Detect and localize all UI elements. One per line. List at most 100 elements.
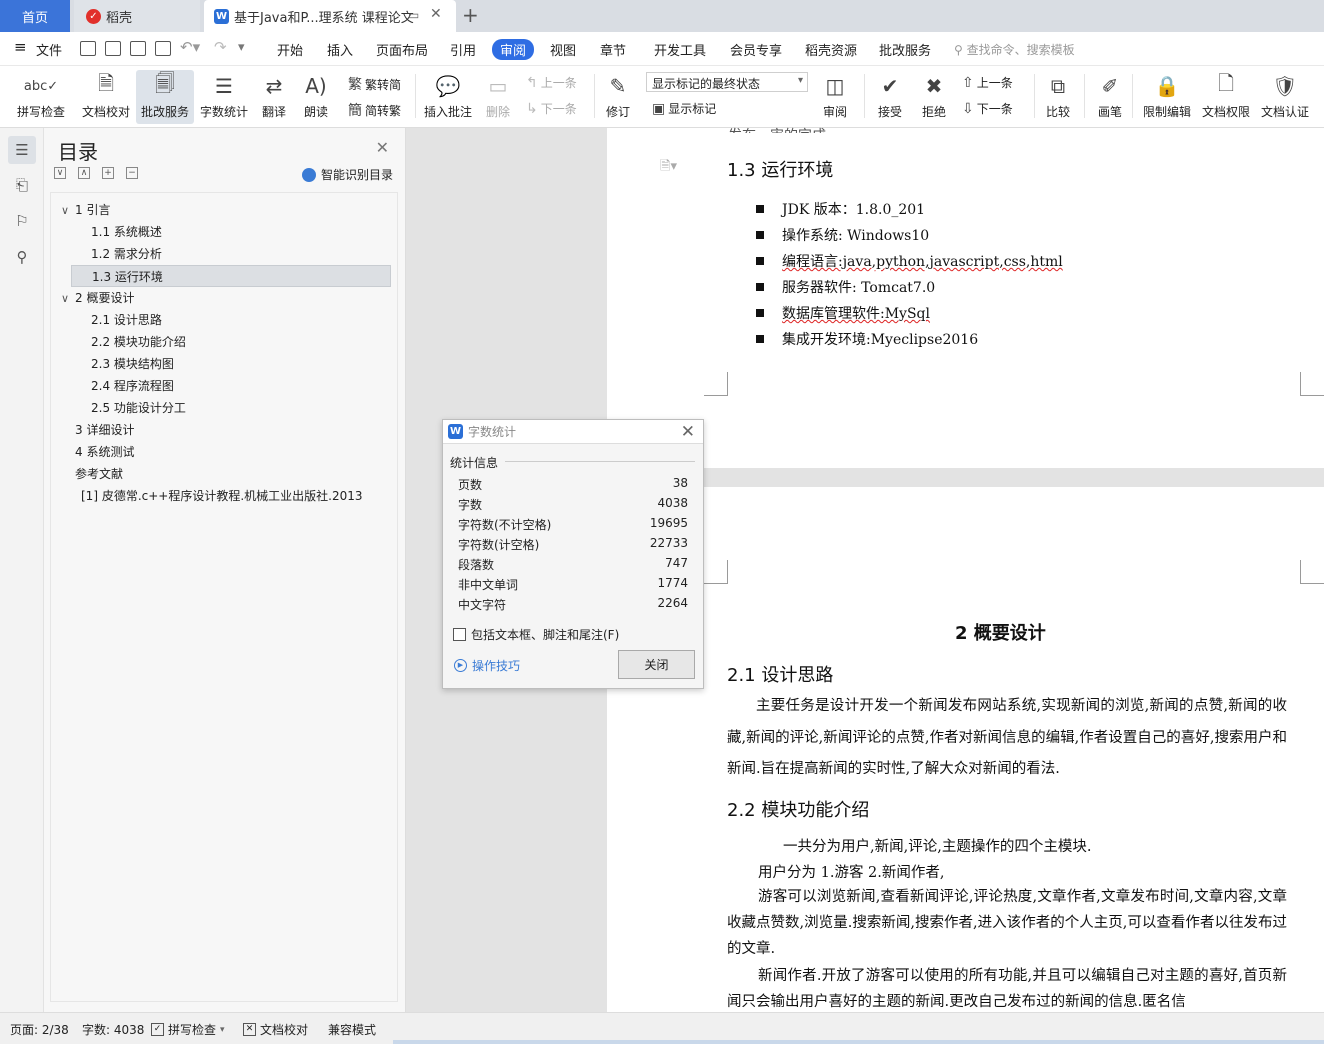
include-textbox-checkbox[interactable]: 包括文本框、脚注和尾注(F) (453, 626, 619, 643)
toc-item[interactable]: 1.3 运行环境 (71, 265, 391, 287)
toc-item[interactable]: ∨ 1 引言 (61, 199, 110, 221)
toc-item[interactable]: 2.2 模块功能介绍 (91, 331, 186, 353)
toc-item[interactable]: 2.1 设计思路 (91, 309, 162, 331)
toc-item[interactable]: 1.1 系统概述 (91, 221, 162, 243)
compare-button[interactable]: ⧉ 比较 (1040, 70, 1076, 124)
heading-1-3[interactable]: 1.3 运行环境 (727, 156, 833, 182)
next-change-button[interactable]: ⇩ 下一条 (962, 100, 1013, 117)
menu-layout[interactable]: 页面布局 (376, 40, 428, 59)
undo-icon[interactable]: ↶▾ (180, 38, 200, 56)
menu-insert[interactable]: 插入 (327, 40, 353, 59)
more-icon[interactable]: ▾ (238, 40, 245, 55)
chevron-down-icon[interactable]: ∨ (61, 288, 75, 310)
menu-chapter[interactable]: 章节 (600, 40, 626, 59)
toc-item[interactable]: ∨ 2 概要设计 (61, 287, 134, 309)
doc-proof-button[interactable]: 🗎 文档校对 (80, 70, 132, 124)
structure-icon[interactable]: ⎗ (11, 174, 33, 196)
save-icon[interactable] (80, 41, 96, 56)
paragraph-guest[interactable]: 游客可以浏览新闻,查看新闻评论,评论热度,文章作者,文章发布时间,文章内容,文章… (727, 884, 1287, 962)
translate-button[interactable]: ⇄ 翻译 (256, 70, 292, 124)
word-count-button[interactable]: ☰ 字数统计 (198, 70, 250, 124)
page-options-icon[interactable]: 🗎▾ (660, 157, 677, 179)
close-button[interactable]: 关闭 (618, 650, 695, 679)
prev-comment-button[interactable]: ↰ 上一条 (526, 74, 577, 91)
doc-cert-button[interactable]: 🛡 文档认证 (1258, 70, 1312, 124)
add-level-icon[interactable]: + (102, 167, 114, 179)
next-comment-button[interactable]: ↳ 下一条 (526, 100, 577, 117)
menu-start[interactable]: 开始 (277, 40, 303, 59)
menu-reference[interactable]: 引用 (450, 40, 476, 59)
menu-review-service[interactable]: 批改服务 (879, 40, 931, 59)
toc-item[interactable]: 参考文献 (75, 463, 123, 485)
track-changes-button[interactable]: ✎ 修订 (600, 70, 636, 124)
dialog-titlebar[interactable]: W 字数统计 (443, 420, 703, 444)
monitor-icon[interactable]: ▭ (408, 8, 419, 22)
menu-daoke-resources[interactable]: 稻壳资源 (805, 40, 857, 59)
review-pane-button[interactable]: ◫ 审阅 (816, 70, 854, 124)
reject-button[interactable]: ✖ 拒绝 (916, 70, 952, 124)
toc-item[interactable]: [1] 皮德常.c++程序设计教程.机械工业出版社.2013 (81, 485, 363, 507)
heading-2[interactable]: 2 概要设计 (955, 619, 1046, 645)
status-doc-proof[interactable]: ✕ 文档校对 (243, 1021, 308, 1038)
heading-2-2[interactable]: 2.2 模块功能介绍 (727, 796, 869, 822)
collapse-all-icon[interactable]: ∨ (54, 167, 66, 179)
tips-link[interactable]: ▶ 操作技巧 (454, 657, 520, 674)
tab-daoke[interactable]: ✓ 稻壳 (74, 0, 200, 32)
restrict-edit-button[interactable]: 🔒 限制编辑 (1140, 70, 1194, 124)
new-tab-button[interactable]: + (462, 3, 479, 27)
command-search[interactable]: ⚲ 查找命令、搜索模板 (954, 41, 1075, 58)
read-aloud-button[interactable]: A) 朗读 (300, 70, 332, 124)
print-icon[interactable] (130, 41, 146, 56)
toc-item[interactable]: 4 系统测试 (75, 441, 134, 463)
checkbox-box[interactable] (453, 628, 466, 641)
paragraph-design[interactable]: 主要任务是设计开发一个新闻发布网站系统,实现新闻的浏览,新闻的点赞,新闻的收藏,… (727, 691, 1287, 786)
prev-change-button[interactable]: ⇧ 上一条 (962, 74, 1013, 91)
env-item[interactable]: JDK 版本：1.8.0_201 (782, 199, 925, 219)
print-preview-icon[interactable] (155, 41, 171, 56)
close-tab-icon[interactable]: ✕ (430, 6, 442, 22)
close-icon[interactable]: ✕ (681, 422, 695, 442)
expand-all-icon[interactable]: ∧ (78, 167, 90, 179)
hamburger-icon[interactable]: ≡ (14, 38, 27, 56)
show-markup-button[interactable]: ▣ 显示标记 (652, 100, 716, 117)
review-service-button[interactable]: 🗐 批改服务 (136, 70, 194, 124)
menu-view[interactable]: 视图 (550, 40, 576, 59)
env-item[interactable]: 操作系统: Windows10 (782, 225, 929, 245)
to-simplified-button[interactable]: 簡 简转繁 (348, 100, 401, 120)
env-item[interactable]: 服务器软件: Tomcat7.0 (782, 277, 935, 297)
toc-item[interactable]: 3 详细设计 (75, 419, 134, 441)
insert-comment-button[interactable]: 💬 插入批注 (422, 70, 474, 124)
doc-permission-button[interactable]: 🗋 文档权限 (1200, 70, 1252, 124)
status-spell-check[interactable]: ✓ 拼写检查 ▾ (151, 1021, 225, 1038)
menu-file[interactable]: 文件 (36, 40, 62, 59)
pen-button[interactable]: ✐ 画笔 (1094, 70, 1126, 124)
remove-level-icon[interactable]: − (126, 167, 138, 179)
toc-item[interactable]: 2.4 程序流程图 (91, 375, 174, 397)
delete-comment-button[interactable]: ▭ 删除 (480, 70, 516, 124)
export-icon[interactable] (105, 41, 121, 56)
toc-item[interactable]: 1.2 需求分析 (91, 243, 162, 265)
close-icon[interactable]: ✕ (376, 138, 389, 157)
to-traditional-button[interactable]: 繁 繁转简 (348, 74, 401, 94)
chevron-down-icon[interactable]: ∨ (61, 200, 75, 222)
toc-item[interactable]: 2.3 模块结构图 (91, 353, 174, 375)
word-count-indicator[interactable]: 字数: 4038 (82, 1021, 144, 1038)
search-icon[interactable]: ⚲ (11, 246, 33, 268)
menu-dev-tools[interactable]: 开发工具 (654, 40, 706, 59)
env-item[interactable]: 集成开发环境:Myeclipse2016 (782, 329, 978, 349)
env-item[interactable]: 编程语言:java,python,javascript,css,html (782, 251, 1063, 271)
heading-2-1[interactable]: 2.1 设计思路 (727, 661, 833, 687)
menu-review[interactable]: 审阅 (492, 39, 535, 60)
tab-document[interactable]: W 基于Java和P...理系统 课程论文 ▭ ✕ (204, 0, 456, 32)
page-indicator[interactable]: 页面: 2/38 (10, 1021, 69, 1038)
tab-home[interactable]: 首页 (0, 0, 70, 32)
toc-panel-icon[interactable]: ☰ (8, 136, 36, 164)
spell-check-button[interactable]: abc✓ 拼写检查 (10, 70, 72, 124)
bookmark-icon[interactable]: ⚐ (11, 210, 33, 232)
accept-button[interactable]: ✔ 接受 (872, 70, 908, 124)
markup-state-select[interactable]: 显示标记的最终状态 (646, 72, 808, 92)
env-item[interactable]: 数据库管理软件:MySql (782, 303, 930, 323)
menu-member[interactable]: 会员专享 (730, 40, 782, 59)
redo-icon[interactable]: ↷ (214, 38, 227, 56)
paragraph-author[interactable]: 新闻作者.开放了游客可以使用的所有功能,并且可以编辑自己对主题的喜好,首页新闻只… (727, 963, 1287, 1012)
